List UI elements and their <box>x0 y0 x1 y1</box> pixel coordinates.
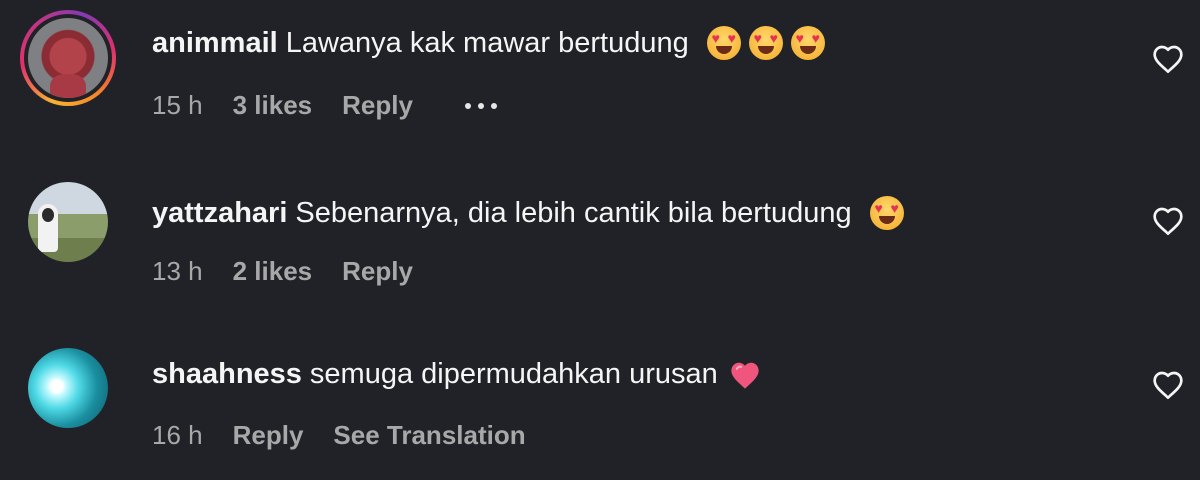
heart-outline-icon[interactable] <box>1152 370 1184 400</box>
heart-outline-icon[interactable] <box>1152 206 1184 236</box>
comment-username[interactable]: animmail <box>152 27 278 60</box>
comment-line: shaahness semuga dipermudahkan urusan <box>152 358 762 391</box>
comment-line: yattzahari Sebenarnya, dia lebih cantik … <box>152 196 904 230</box>
heart-outline-icon[interactable] <box>1152 44 1184 74</box>
comment-username[interactable]: shaahness <box>152 358 302 391</box>
heart-eyes-emoji-icon: ♥ ♥ <box>869 196 904 230</box>
see-translation-button[interactable]: See Translation <box>333 420 525 451</box>
likes-count[interactable]: 3 likes <box>233 90 313 121</box>
comment-meta: 13 h 2 likes Reply <box>152 256 413 287</box>
comment-line: animmail Lawanya kak mawar bertudung ♥ ♥ … <box>152 26 825 60</box>
comment-time: 13 h <box>152 256 203 286</box>
comment-text: Lawanya kak mawar bertudung <box>285 26 689 59</box>
pink-heart-emoji-icon <box>728 360 762 390</box>
comment-meta: 15 h 3 likes Reply <box>152 90 497 121</box>
likes-count[interactable]: 2 likes <box>233 256 313 287</box>
reply-button[interactable]: Reply <box>342 256 413 287</box>
comment-time: 16 h <box>152 420 203 450</box>
reply-button[interactable]: Reply <box>342 90 413 121</box>
heart-eyes-emoji-icon: ♥ ♥ <box>748 26 783 60</box>
comment-username[interactable]: yattzahari <box>152 197 287 230</box>
avatar[interactable] <box>20 10 116 106</box>
comment-meta: 16 h Reply See Translation <box>152 420 526 451</box>
heart-eyes-emoji-icon: ♥ ♥ <box>706 26 741 60</box>
avatar-image <box>28 18 108 98</box>
more-options-icon[interactable] <box>464 102 497 109</box>
comment-text: Sebenarnya, dia lebih cantik bila bertud… <box>295 196 852 229</box>
reply-button[interactable]: Reply <box>233 420 304 451</box>
avatar[interactable] <box>28 348 108 428</box>
heart-eyes-emoji-icon: ♥ ♥ <box>790 26 825 60</box>
comment-text: semuga dipermudahkan urusan <box>309 358 718 390</box>
comments-list: animmail Lawanya kak mawar bertudung ♥ ♥ … <box>0 0 1200 480</box>
avatar-head <box>42 208 54 222</box>
comment-time: 15 h <box>152 90 203 120</box>
avatar[interactable] <box>28 182 108 262</box>
